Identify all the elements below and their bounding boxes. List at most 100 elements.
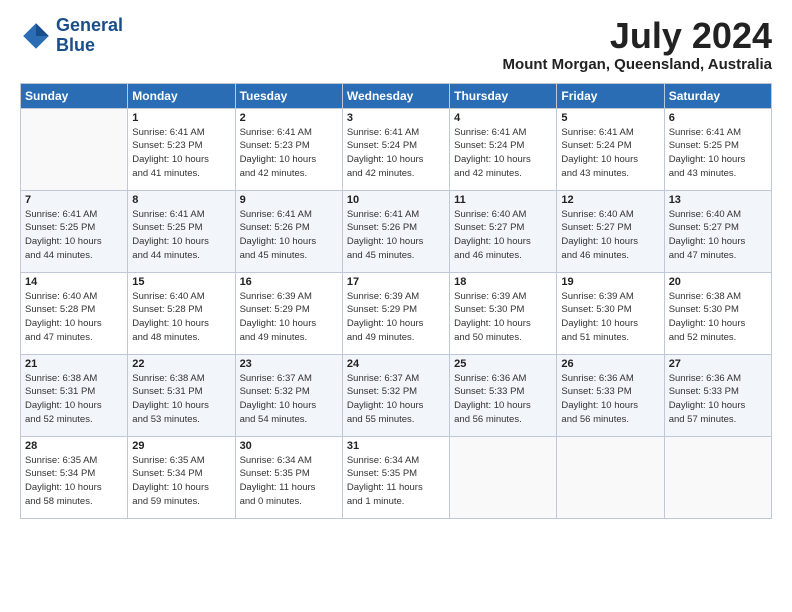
day-info: Sunrise: 6:37 AMSunset: 5:32 PMDaylight:… xyxy=(240,372,338,427)
day-number: 5 xyxy=(561,112,659,124)
day-number: 27 xyxy=(669,358,767,370)
table-cell: 9Sunrise: 6:41 AMSunset: 5:26 PMDaylight… xyxy=(235,190,342,272)
day-info: Sunrise: 6:41 AMSunset: 5:23 PMDaylight:… xyxy=(240,126,338,181)
day-number: 15 xyxy=(132,276,230,288)
day-number: 31 xyxy=(347,440,445,452)
day-info: Sunrise: 6:40 AMSunset: 5:27 PMDaylight:… xyxy=(669,208,767,263)
day-info: Sunrise: 6:40 AMSunset: 5:28 PMDaylight:… xyxy=(25,290,123,345)
table-cell: 1Sunrise: 6:41 AMSunset: 5:23 PMDaylight… xyxy=(128,108,235,190)
col-monday: Monday xyxy=(128,83,235,108)
table-cell: 20Sunrise: 6:38 AMSunset: 5:30 PMDayligh… xyxy=(664,272,771,354)
table-cell: 24 Sunrise: 6:37 AMSunset: 5:32 PMDayligh… xyxy=(342,354,449,436)
table-cell: 14 Sunrise: 6:40 AMSunset: 5:28 PMDayligh… xyxy=(21,272,128,354)
day-info: Sunrise: 6:35 AMSunset: 5:34 PMDaylight:… xyxy=(25,454,123,509)
table-cell: 15 Sunrise: 6:40 AMSunset: 5:28 PMDayligh… xyxy=(128,272,235,354)
table-row: 7 Sunrise: 6:41 AMSunset: 5:25 PMDaylight… xyxy=(21,190,772,272)
col-saturday: Saturday xyxy=(664,83,771,108)
day-info: Sunrise: 6:41 AMSunset: 5:24 PMDaylight:… xyxy=(454,126,552,181)
table-cell: 29 Sunrise: 6:35 AMSunset: 5:34 PMDayligh… xyxy=(128,436,235,518)
day-number: 23 xyxy=(240,358,338,370)
header: General Blue July 2024 Mount Morgan, Que… xyxy=(20,16,772,73)
table-row: 1Sunrise: 6:41 AMSunset: 5:23 PMDaylight… xyxy=(21,108,772,190)
table-cell: 17 Sunrise: 6:39 AMSunset: 5:29 PMDayligh… xyxy=(342,272,449,354)
table-cell: 6 Sunrise: 6:41 AMSunset: 5:25 PMDaylight… xyxy=(664,108,771,190)
table-cell: 22 Sunrise: 6:38 AMSunset: 5:31 PMDayligh… xyxy=(128,354,235,436)
day-info: Sunrise: 6:40 AMSunset: 5:28 PMDaylight:… xyxy=(132,290,230,345)
day-info: Sunrise: 6:39 AMSunset: 5:30 PMDaylight:… xyxy=(561,290,659,345)
table-cell: 27Sunrise: 6:36 AMSunset: 5:33 PMDayligh… xyxy=(664,354,771,436)
calendar-table: Sunday Monday Tuesday Wednesday Thursday… xyxy=(20,83,772,519)
day-info: Sunrise: 6:41 AMSunset: 5:25 PMDaylight:… xyxy=(25,208,123,263)
table-cell: 19 Sunrise: 6:39 AMSunset: 5:30 PMDayligh… xyxy=(557,272,664,354)
table-cell: 28 Sunrise: 6:35 AMSunset: 5:34 PMDayligh… xyxy=(21,436,128,518)
day-number: 7 xyxy=(25,194,123,206)
day-info: Sunrise: 6:34 AMSunset: 5:35 PMDaylight:… xyxy=(240,454,338,509)
title-block: July 2024 Mount Morgan, Queensland, Aust… xyxy=(503,16,772,73)
calendar-page: General Blue July 2024 Mount Morgan, Que… xyxy=(0,0,792,612)
day-number: 8 xyxy=(132,194,230,206)
table-row: 14 Sunrise: 6:40 AMSunset: 5:28 PMDayligh… xyxy=(21,272,772,354)
day-number: 2 xyxy=(240,112,338,124)
day-info: Sunrise: 6:40 AMSunset: 5:27 PMDaylight:… xyxy=(454,208,552,263)
col-thursday: Thursday xyxy=(450,83,557,108)
table-cell xyxy=(664,436,771,518)
table-cell: 3Sunrise: 6:41 AMSunset: 5:24 PMDaylight… xyxy=(342,108,449,190)
day-info: Sunrise: 6:39 AMSunset: 5:29 PMDaylight:… xyxy=(240,290,338,345)
day-number: 19 xyxy=(561,276,659,288)
table-cell xyxy=(450,436,557,518)
table-cell: 16 Sunrise: 6:39 AMSunset: 5:29 PMDayligh… xyxy=(235,272,342,354)
table-cell xyxy=(557,436,664,518)
day-number: 4 xyxy=(454,112,552,124)
table-cell: 31 Sunrise: 6:34 AMSunset: 5:35 PMDayligh… xyxy=(342,436,449,518)
day-number: 25 xyxy=(454,358,552,370)
calendar-header-row: Sunday Monday Tuesday Wednesday Thursday… xyxy=(21,83,772,108)
day-number: 16 xyxy=(240,276,338,288)
day-number: 9 xyxy=(240,194,338,206)
day-number: 24 xyxy=(347,358,445,370)
day-info: Sunrise: 6:34 AMSunset: 5:35 PMDaylight:… xyxy=(347,454,445,509)
day-number: 17 xyxy=(347,276,445,288)
day-info: Sunrise: 6:39 AMSunset: 5:30 PMDaylight:… xyxy=(454,290,552,345)
table-cell: 2 Sunrise: 6:41 AMSunset: 5:23 PMDaylight… xyxy=(235,108,342,190)
day-info: Sunrise: 6:41 AMSunset: 5:25 PMDaylight:… xyxy=(132,208,230,263)
logo-line1: General xyxy=(56,16,123,36)
logo-line2: Blue xyxy=(56,36,123,56)
table-row: 28 Sunrise: 6:35 AMSunset: 5:34 PMDayligh… xyxy=(21,436,772,518)
table-cell: 4 Sunrise: 6:41 AMSunset: 5:24 PMDaylight… xyxy=(450,108,557,190)
day-number: 12 xyxy=(561,194,659,206)
table-cell: 18 Sunrise: 6:39 AMSunset: 5:30 PMDayligh… xyxy=(450,272,557,354)
col-sunday: Sunday xyxy=(21,83,128,108)
day-number: 29 xyxy=(132,440,230,452)
day-number: 21 xyxy=(25,358,123,370)
table-cell: 21 Sunrise: 6:38 AMSunset: 5:31 PMDayligh… xyxy=(21,354,128,436)
day-number: 20 xyxy=(669,276,767,288)
day-info: Sunrise: 6:38 AMSunset: 5:31 PMDaylight:… xyxy=(132,372,230,427)
table-cell: 23 Sunrise: 6:37 AMSunset: 5:32 PMDayligh… xyxy=(235,354,342,436)
day-info: Sunrise: 6:39 AMSunset: 5:29 PMDaylight:… xyxy=(347,290,445,345)
logo: General Blue xyxy=(20,16,123,56)
day-info: Sunrise: 6:41 AMSunset: 5:24 PMDaylight:… xyxy=(561,126,659,181)
day-info: Sunrise: 6:41 AMSunset: 5:26 PMDaylight:… xyxy=(347,208,445,263)
day-number: 6 xyxy=(669,112,767,124)
day-info: Sunrise: 6:35 AMSunset: 5:34 PMDaylight:… xyxy=(132,454,230,509)
day-number: 14 xyxy=(25,276,123,288)
day-info: Sunrise: 6:38 AMSunset: 5:31 PMDaylight:… xyxy=(25,372,123,427)
table-cell: 25 Sunrise: 6:36 AMSunset: 5:33 PMDayligh… xyxy=(450,354,557,436)
col-friday: Friday xyxy=(557,83,664,108)
table-cell: 5 Sunrise: 6:41 AMSunset: 5:24 PMDaylight… xyxy=(557,108,664,190)
day-number: 28 xyxy=(25,440,123,452)
day-info: Sunrise: 6:40 AMSunset: 5:27 PMDaylight:… xyxy=(561,208,659,263)
day-info: Sunrise: 6:37 AMSunset: 5:32 PMDaylight:… xyxy=(347,372,445,427)
col-tuesday: Tuesday xyxy=(235,83,342,108)
day-info: Sunrise: 6:41 AMSunset: 5:25 PMDaylight:… xyxy=(669,126,767,181)
table-row: 21 Sunrise: 6:38 AMSunset: 5:31 PMDayligh… xyxy=(21,354,772,436)
table-cell: 30Sunrise: 6:34 AMSunset: 5:35 PMDayligh… xyxy=(235,436,342,518)
table-cell: 12 Sunrise: 6:40 AMSunset: 5:27 PMDayligh… xyxy=(557,190,664,272)
table-cell: 8 Sunrise: 6:41 AMSunset: 5:25 PMDaylight… xyxy=(128,190,235,272)
day-info: Sunrise: 6:36 AMSunset: 5:33 PMDaylight:… xyxy=(454,372,552,427)
day-number: 11 xyxy=(454,194,552,206)
logo-icon xyxy=(20,20,52,52)
day-number: 18 xyxy=(454,276,552,288)
day-number: 22 xyxy=(132,358,230,370)
day-info: Sunrise: 6:36 AMSunset: 5:33 PMDaylight:… xyxy=(561,372,659,427)
